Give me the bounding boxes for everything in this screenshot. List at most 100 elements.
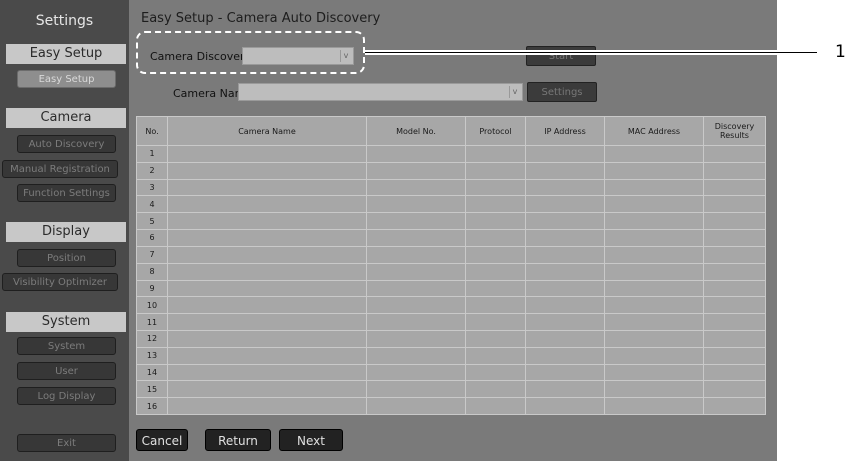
sidebar-item-auto-discovery[interactable]: Auto Discovery	[17, 135, 116, 153]
table-cell	[465, 380, 526, 399]
table-cell	[604, 329, 704, 348]
table-cell	[366, 178, 466, 197]
table-cell	[703, 279, 766, 298]
page-title: Easy Setup - Camera Auto Discovery	[141, 11, 381, 26]
sidebar-item-function-settings[interactable]: Function Settings	[17, 184, 116, 202]
table-row[interactable]: 7	[136, 245, 766, 264]
table-cell	[366, 363, 466, 382]
table-cell	[525, 313, 605, 331]
table-cell	[167, 346, 367, 365]
table-cell	[366, 145, 466, 163]
sidebar: Settings Easy Setup Easy Setup Camera Au…	[0, 0, 129, 461]
next-button[interactable]: Next	[279, 429, 343, 451]
table-cell	[366, 397, 466, 415]
table-cell	[525, 161, 605, 180]
table-row[interactable]: 13	[136, 346, 766, 365]
table-row[interactable]: 14	[136, 363, 766, 382]
table-row[interactable]: 2	[136, 161, 766, 180]
cancel-button[interactable]: Cancel	[136, 429, 188, 451]
table-row[interactable]: 15	[136, 380, 766, 399]
table-row[interactable]: 5	[136, 212, 766, 231]
table-cell	[604, 245, 704, 264]
table-cell	[167, 380, 367, 399]
table-cell	[366, 329, 466, 348]
table-cell	[703, 161, 766, 180]
section-header-display: Display	[6, 222, 126, 242]
table-row[interactable]: 12	[136, 329, 766, 348]
table-cell	[366, 229, 466, 247]
exit-button[interactable]: Exit	[17, 434, 116, 452]
table-row[interactable]: 3	[136, 178, 766, 197]
table-cell	[465, 262, 526, 281]
table-header-row: No. Camera Name Model No. Protocol IP Ad…	[136, 116, 766, 146]
table-body: 1 2 3 4 5 6 7 8 9 10 11 12 13 14 15 16	[136, 145, 766, 415]
table-cell	[465, 279, 526, 298]
table-cell	[703, 245, 766, 264]
table-cell	[167, 313, 367, 331]
table-cell	[465, 329, 526, 348]
row-number: 1	[136, 145, 168, 163]
sidebar-item-visibility-optimizer[interactable]: Visibility Optimizer	[2, 273, 118, 291]
table-cell	[366, 212, 466, 231]
table-cell	[703, 195, 766, 214]
return-button[interactable]: Return	[205, 429, 271, 451]
table-cell	[465, 313, 526, 331]
table-cell	[604, 229, 704, 247]
table-cell	[167, 363, 367, 382]
table-cell	[167, 178, 367, 197]
column-header-mac-address: MAC Address	[604, 116, 704, 146]
table-cell	[525, 245, 605, 264]
table-cell	[465, 296, 526, 315]
sidebar-item-user[interactable]: User	[17, 362, 116, 380]
table-cell	[604, 279, 704, 298]
table-cell	[604, 346, 704, 365]
settings-button[interactable]: Settings	[527, 82, 597, 102]
section-header-easy-setup: Easy Setup	[6, 44, 126, 64]
sidebar-item-easy-setup[interactable]: Easy Setup	[17, 70, 116, 88]
start-button[interactable]: Start	[526, 46, 596, 66]
table-cell	[525, 346, 605, 365]
table-row[interactable]: 16	[136, 397, 766, 415]
table-cell	[703, 212, 766, 231]
row-number: 5	[136, 212, 168, 231]
row-number: 4	[136, 195, 168, 214]
camera-name-select[interactable]: v	[238, 83, 523, 101]
sidebar-item-system[interactable]: System	[17, 337, 116, 355]
sidebar-item-log-display[interactable]: Log Display	[17, 387, 116, 405]
table-cell	[525, 262, 605, 281]
callout-number: 1	[835, 42, 846, 62]
table-cell	[465, 229, 526, 247]
table-cell	[703, 178, 766, 197]
sidebar-item-manual-registration[interactable]: Manual Registration	[2, 160, 118, 178]
table-cell	[525, 195, 605, 214]
table-cell	[703, 145, 766, 163]
table-cell	[703, 313, 766, 331]
table-row[interactable]: 1	[136, 145, 766, 163]
table-cell	[167, 229, 367, 247]
table-row[interactable]: 10	[136, 296, 766, 315]
table-cell	[366, 161, 466, 180]
table-row[interactable]: 11	[136, 313, 766, 331]
table-cell	[525, 329, 605, 348]
callout-leader-line	[365, 52, 817, 53]
table-row[interactable]: 8	[136, 262, 766, 281]
row-number: 15	[136, 380, 168, 399]
table-row[interactable]: 6	[136, 229, 766, 247]
table-cell	[465, 363, 526, 382]
table-cell	[525, 296, 605, 315]
camera-discovery-table: No. Camera Name Model No. Protocol IP Ad…	[136, 116, 766, 415]
table-cell	[703, 262, 766, 281]
column-header-discovery-results: Discovery Results	[703, 116, 766, 146]
table-row[interactable]: 4	[136, 195, 766, 214]
section-header-system: System	[6, 312, 126, 332]
table-row[interactable]: 9	[136, 279, 766, 298]
row-number: 16	[136, 397, 168, 415]
table-cell	[525, 279, 605, 298]
table-cell	[465, 212, 526, 231]
table-cell	[167, 245, 367, 264]
table-cell	[604, 195, 704, 214]
row-number: 14	[136, 363, 168, 382]
sidebar-item-position[interactable]: Position	[17, 249, 116, 267]
table-cell	[604, 363, 704, 382]
table-cell	[366, 313, 466, 331]
